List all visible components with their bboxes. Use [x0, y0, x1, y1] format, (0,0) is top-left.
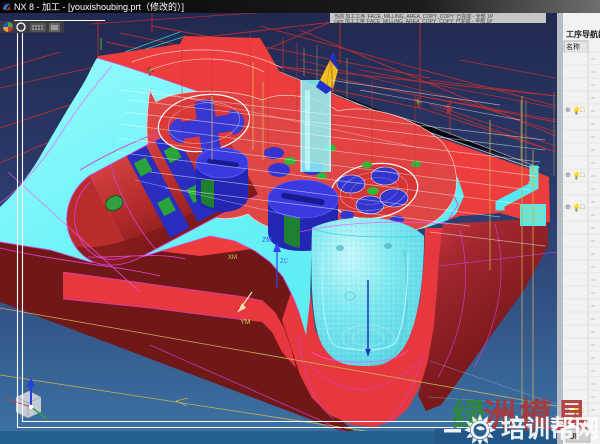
svg-text:cam 加工工序 'FACE_MILLING_AREA_CO: cam 加工工序 'FACE_MILLING_AREA_COPY_COPY' 已… — [334, 18, 493, 25]
svg-text:⊕: ⊕ — [565, 172, 571, 179]
svg-text:⊕: ⊕ — [565, 204, 571, 211]
svg-text:ZC: ZC — [280, 259, 289, 265]
svg-text:⊕: ⊕ — [565, 107, 571, 114]
svg-text:XM: XM — [228, 255, 237, 261]
svg-text:NX 8 - 加工 - [youxishoubing.prt: NX 8 - 加工 - [youxishoubing.prt（修改的）] — [14, 1, 184, 12]
svg-text:工序导航器: 工序导航器 — [566, 29, 600, 39]
svg-text:培训帮网: 培训帮网 — [501, 414, 599, 443]
svg-text:YM: YM — [240, 319, 251, 326]
svg-text:ZM: ZM — [262, 237, 272, 244]
svg-text:名称: 名称 — [566, 42, 580, 51]
